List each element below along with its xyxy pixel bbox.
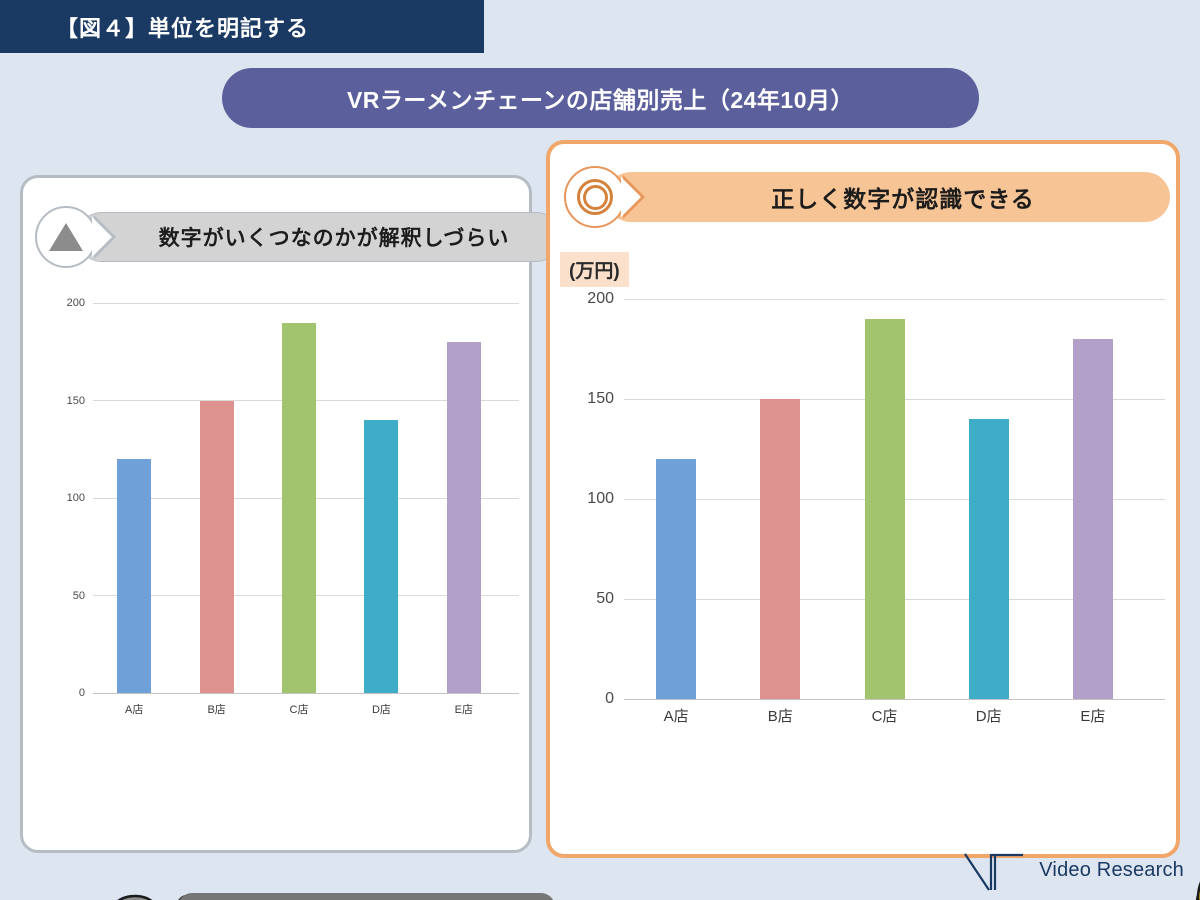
y-tick-label: 50 [596, 590, 614, 607]
triangle-glyph [49, 223, 83, 251]
bar-slot [93, 303, 175, 693]
y-tick-label: 200 [66, 297, 85, 309]
right-panel-good-example: 正しく数字が認識できる (万円) 200 150 100 50 0 A店 B店 C店 D店 E店 [546, 140, 1200, 900]
x-tick-label: D店 [975, 707, 1002, 725]
bar-E店[interactable] [446, 342, 481, 693]
bar-slot [624, 299, 728, 699]
bar-slot [175, 303, 257, 693]
left-bar-chart: 200 150 100 50 0 A店 B店 C店 D店 E店 [49, 297, 519, 723]
logo-text: Video Research [1039, 858, 1184, 881]
bar-slot [937, 299, 1041, 699]
bar-slot [832, 299, 936, 699]
main-title-text: VRラーメンチェーンの店舗別売上（24年10月） [346, 87, 855, 113]
page-title: 【図４】単位を明記する [56, 15, 310, 41]
x-tick-label: A店 [663, 707, 689, 725]
y-tick-label: 100 [587, 490, 614, 507]
y-tick-label: 200 [587, 290, 614, 307]
bar-C店[interactable] [864, 319, 905, 699]
bar-D店[interactable] [364, 420, 399, 693]
right-bars [624, 299, 1145, 699]
bar-D店[interactable] [968, 419, 1009, 699]
x-tick-label: B店 [767, 707, 793, 725]
bar-slot [340, 303, 422, 693]
bar-slot [258, 303, 340, 693]
bar-slot [728, 299, 832, 699]
left-plot-area: 200 150 100 50 0 [49, 297, 519, 699]
y-tick-label: 0 [605, 690, 614, 707]
bar-B店[interactable] [199, 400, 234, 693]
bar-A店[interactable] [656, 459, 697, 699]
right-bar-chart: 200 150 100 50 0 A店 B店 C店 D店 E店 [570, 290, 1165, 729]
y-tick-label: 150 [587, 390, 614, 407]
left-callout-text: 数字がいくつなのかが解釈しづらい [158, 227, 510, 250]
double-circle-glyph [577, 179, 613, 215]
bar-A店[interactable] [117, 459, 152, 693]
brand-logo: Video Research [961, 848, 1184, 892]
left-bars [93, 303, 505, 693]
infographic-page: 【図４】単位を明記する VRラーメンチェーンの店舗別売上（24年10月） 数字が… [0, 0, 1200, 900]
left-x-axis: A店 B店 C店 D店 E店 [93, 695, 505, 723]
header-bar: 【図４】単位を明記する [0, 0, 484, 53]
video-research-mark-icon [964, 853, 1024, 891]
main-title-pill: VRラーメンチェーンの店舗別売上（24年10月） [222, 68, 979, 128]
y-tick-label: 50 [72, 589, 85, 602]
bar-slot [423, 303, 505, 693]
left-speech-bubble: B店の売上は150千円？150万円？ もしかして150ドル…！？ [178, 893, 555, 900]
x-tick-label: E店 [1080, 707, 1106, 725]
x-tick-label: C店 [871, 707, 898, 725]
right-plot-area: 200 150 100 50 0 [570, 290, 1165, 707]
right-callout: 正しく数字が認識できる [564, 166, 1170, 228]
y-tick-label: 150 [66, 394, 85, 407]
bar-C店[interactable] [282, 322, 317, 693]
right-callout-text: 正しく数字が認識できる [771, 186, 1035, 212]
bar-B店[interactable] [760, 399, 801, 699]
x-tick-label: D店 [371, 704, 391, 716]
triangle-warning-icon [35, 206, 97, 268]
right-callout-bar: 正しく数字が認識できる [606, 172, 1170, 222]
y-tick-label: 0 [78, 687, 85, 699]
left-callout: 数字がいくつなのかが解釈しづらい [35, 206, 561, 268]
x-tick-label: E店 [454, 704, 473, 716]
x-tick-label: B店 [207, 704, 226, 716]
y-tick-label: 100 [66, 492, 85, 504]
left-callout-bar: 数字がいくつなのかが解釈しづらい [77, 212, 561, 262]
right-x-axis: A店 B店 C店 D店 E店 [624, 701, 1145, 729]
x-tick-label: A店 [125, 704, 144, 716]
double-circle-good-icon [564, 166, 626, 228]
left-panel-bad-example: 数字がいくつなのかが解釈しづらい 200 150 100 50 0 A店 B店 C店 D店 E店 [20, 175, 561, 900]
unit-label-badge: (万円) [560, 252, 629, 287]
bar-E店[interactable] [1072, 339, 1113, 699]
bar-slot [1041, 299, 1145, 699]
x-tick-label: C店 [289, 704, 309, 716]
